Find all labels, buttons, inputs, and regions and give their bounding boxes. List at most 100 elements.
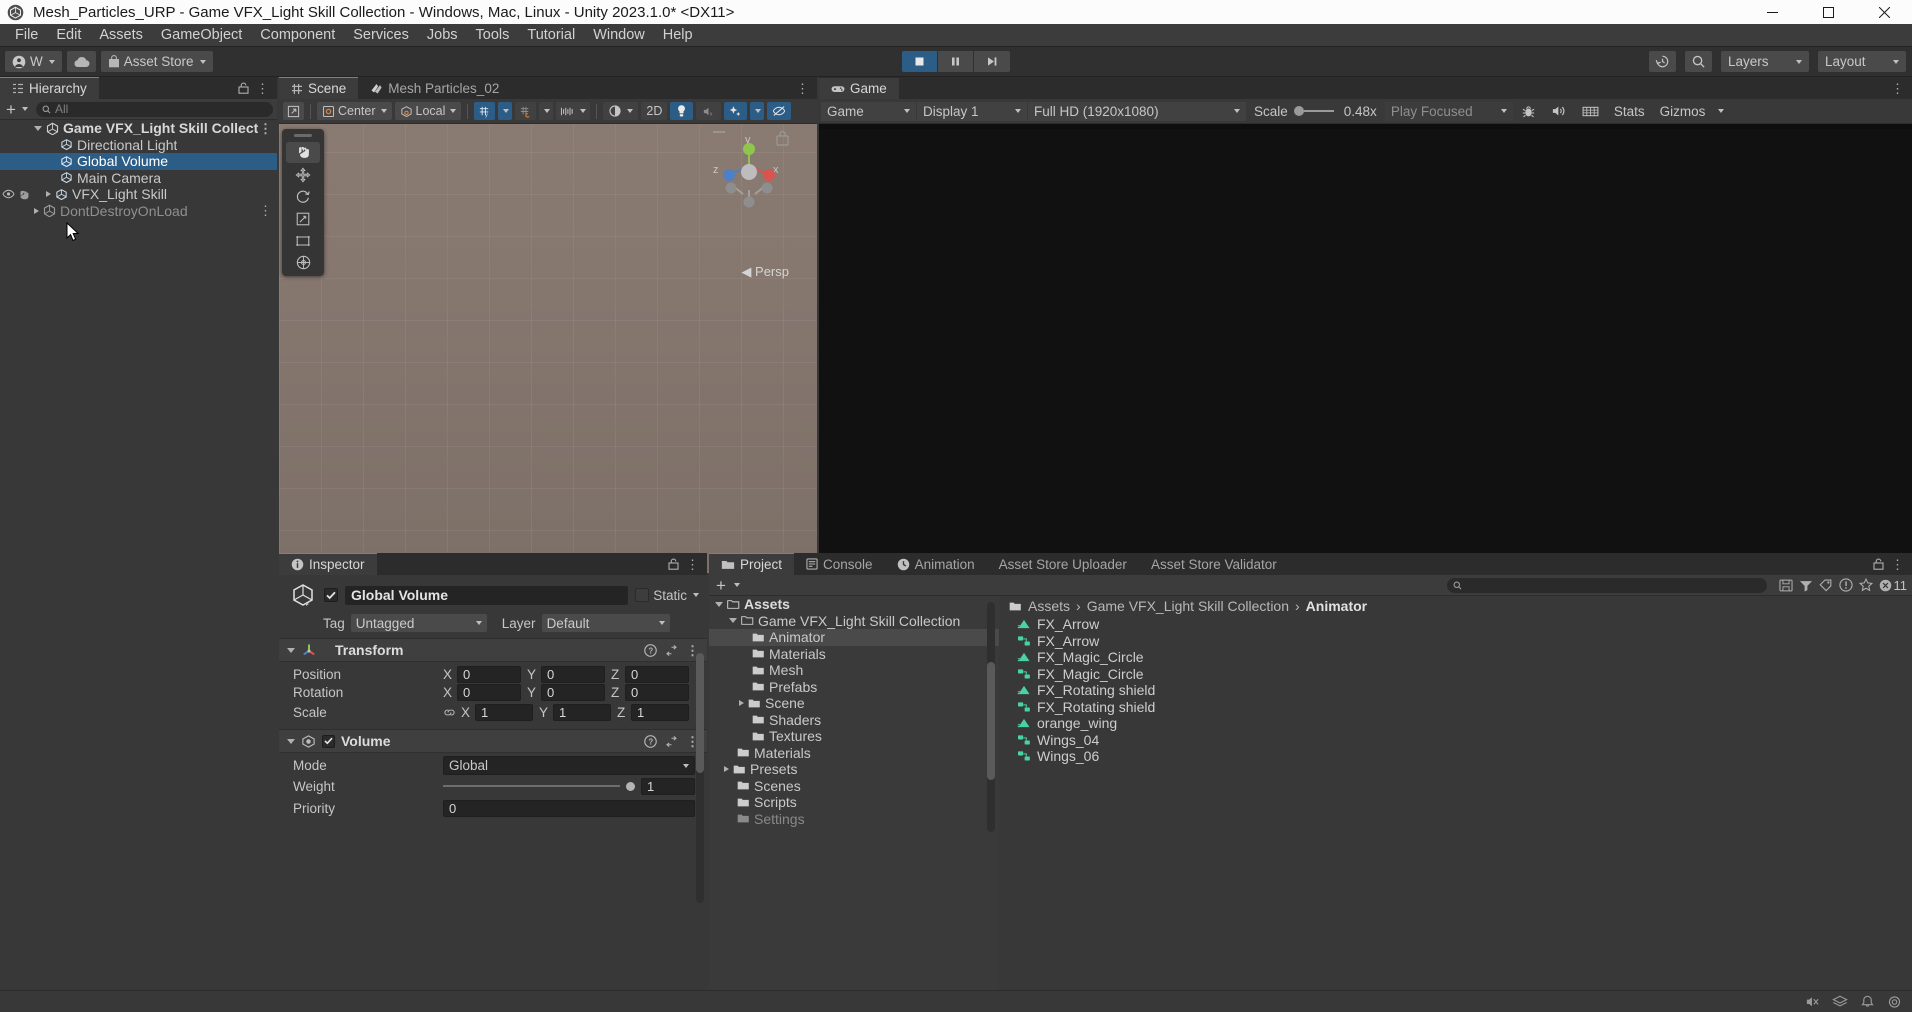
tree-row-textures[interactable]: Textures	[709, 728, 999, 745]
display-dropdown[interactable]: Display 1	[917, 101, 1027, 121]
hierarchy-row-dontdestroyonload[interactable]: DontDestroyOnLoad ⋮	[0, 203, 277, 220]
tab-scene[interactable]: Scene	[279, 77, 359, 99]
lock-icon[interactable]	[238, 82, 249, 94]
layer-dropdown[interactable]: Default	[541, 614, 670, 632]
chevron-down-icon[interactable]	[34, 125, 42, 131]
priority-input[interactable]: 0	[443, 799, 695, 817]
transform-tool-button[interactable]	[286, 252, 320, 273]
stats-button[interactable]: Stats	[1607, 102, 1652, 121]
play-button[interactable]	[902, 51, 938, 72]
rotation-z-input[interactable]: 0	[625, 683, 689, 701]
chevron-down-icon[interactable]	[693, 593, 699, 597]
scene-orientation-gizmo[interactable]: y z x	[705, 130, 795, 230]
weight-input[interactable]: 1	[641, 777, 695, 795]
scale-slider-track[interactable]	[1303, 110, 1334, 112]
add-gameobject-button[interactable]: +	[4, 101, 18, 118]
menu-gameobject[interactable]: GameObject	[152, 24, 251, 46]
maximize-button[interactable]	[1800, 0, 1856, 24]
asset-row-fx-rotating-shield-clip[interactable]: FX_Rotating shield	[999, 682, 1912, 699]
hierarchy-row-global-volume[interactable]: Global Volume	[0, 153, 277, 170]
cloud-button[interactable]	[66, 51, 96, 72]
chevron-right-icon[interactable]	[34, 207, 39, 214]
asset-store-button[interactable]: Asset Store	[100, 51, 213, 72]
scale-tool-button[interactable]	[286, 208, 320, 229]
minimize-button[interactable]	[1744, 0, 1800, 24]
scene-projection-label[interactable]: ◀ Persp	[741, 264, 789, 280]
rect-tool-button[interactable]	[286, 230, 320, 251]
hand-tool-button[interactable]	[286, 142, 320, 163]
component-header-transform[interactable]: Transform ? ⋮	[279, 638, 707, 662]
hierarchy-row-vfx-light-skill[interactable]: VFX_Light Skill	[0, 186, 277, 203]
scale-slider[interactable]: Scale 0.48x	[1247, 102, 1384, 121]
save-search-icon[interactable]	[1778, 579, 1793, 592]
layers-dropdown[interactable]: Layers	[1721, 51, 1809, 72]
game-menu-icon[interactable]: ⋮	[1891, 82, 1904, 95]
play-mode-dropdown[interactable]: Play Focused	[1384, 101, 1513, 121]
pickability-hand-icon[interactable]	[18, 189, 30, 200]
hierarchy-row-main-camera[interactable]: Main Camera	[0, 170, 277, 187]
chevron-down-icon[interactable]	[733, 583, 740, 587]
gizmos-dropdown[interactable]: Gizmos	[1653, 102, 1713, 121]
weight-slider-knob[interactable]	[626, 781, 635, 791]
scene-audio-toggle[interactable]: x	[696, 102, 722, 120]
tree-row-materials[interactable]: Materials	[709, 745, 999, 762]
favorite-star-icon[interactable]	[1858, 578, 1873, 592]
scene-view-options-button[interactable]	[283, 102, 304, 120]
gizmos-caret[interactable]	[1713, 102, 1727, 121]
help-icon[interactable]: ?	[644, 734, 657, 748]
object-enabled-checkbox[interactable]	[324, 588, 338, 602]
rotation-y-input[interactable]: 0	[541, 683, 605, 701]
scale-x-input[interactable]: 1	[475, 703, 533, 721]
tab-hierarchy[interactable]: Hierarchy	[0, 77, 99, 99]
breadcrumb-assets[interactable]: Assets	[1028, 598, 1070, 614]
error-count-badge[interactable]: 11	[1879, 578, 1907, 593]
weight-slider-track[interactable]	[443, 785, 620, 787]
frame-debugger-button[interactable]	[1514, 102, 1543, 121]
project-search-input[interactable]	[1446, 577, 1767, 593]
menu-tutorial[interactable]: Tutorial	[518, 24, 584, 46]
tag-dropdown[interactable]: Untagged	[350, 614, 487, 632]
asset-row-fx-rotating-shield-controller[interactable]: FX_Rotating shield	[999, 699, 1912, 716]
move-tool-button[interactable]	[286, 164, 320, 185]
component-header-volume[interactable]: Volume ? ⋮	[279, 729, 707, 753]
scale-y-input[interactable]: 1	[553, 703, 611, 721]
rotate-tool-button[interactable]	[286, 186, 320, 207]
undo-history-button[interactable]	[1649, 51, 1676, 72]
menu-jobs[interactable]: Jobs	[418, 24, 467, 46]
tree-row-assets[interactable]: Assets	[709, 596, 999, 613]
menu-assets[interactable]: Assets	[90, 24, 152, 46]
snap-dropdown-button[interactable]	[539, 102, 554, 120]
chevron-down-icon[interactable]	[715, 601, 723, 607]
asset-row-fx-arrow-controller[interactable]: FX_Arrow	[999, 633, 1912, 650]
chevron-right-icon[interactable]	[739, 700, 744, 707]
position-y-input[interactable]: 0	[541, 665, 605, 683]
snap-grid-size-button[interactable]	[556, 102, 591, 120]
position-z-input[interactable]: 0	[625, 665, 689, 683]
preset-icon[interactable]	[665, 644, 678, 657]
object-name-input[interactable]: Global Volume	[345, 585, 629, 605]
scene-lighting-toggle[interactable]	[670, 102, 694, 120]
step-button[interactable]	[974, 51, 1010, 72]
lock-icon[interactable]	[1873, 558, 1884, 570]
menu-services[interactable]: Services	[344, 24, 418, 46]
scene-viewport[interactable]: y z x ◀ Persp	[279, 124, 817, 573]
mute-audio-status-icon[interactable]	[1805, 995, 1820, 1009]
hierarchy-row-menu-icon[interactable]: ⋮	[259, 204, 272, 217]
warning-icon[interactable]	[1838, 578, 1853, 592]
preset-icon[interactable]	[665, 735, 678, 748]
tree-row-mesh[interactable]: Mesh	[709, 662, 999, 679]
mode-dropdown[interactable]: Global	[443, 756, 695, 775]
scene-hidden-objects-toggle[interactable]	[767, 102, 792, 120]
game-view-type-dropdown[interactable]: Game	[821, 101, 916, 121]
scene-effects-toggle[interactable]	[724, 102, 748, 120]
volume-enabled-checkbox[interactable]	[322, 734, 335, 748]
hierarchy-menu-icon[interactable]: ⋮	[256, 82, 269, 95]
chevron-down-icon[interactable]	[287, 738, 295, 744]
asset-row-fx-arrow-clip[interactable]: FX_Arrow	[999, 616, 1912, 633]
hierarchy-row-directional-light[interactable]: Directional Light	[0, 137, 277, 154]
search-button[interactable]	[1685, 51, 1712, 72]
menu-edit[interactable]: Edit	[47, 24, 90, 46]
tab-inspector[interactable]: Inspector	[279, 553, 377, 575]
scene-menu-icon[interactable]: ⋮	[796, 82, 809, 95]
lock-icon[interactable]	[668, 558, 679, 570]
